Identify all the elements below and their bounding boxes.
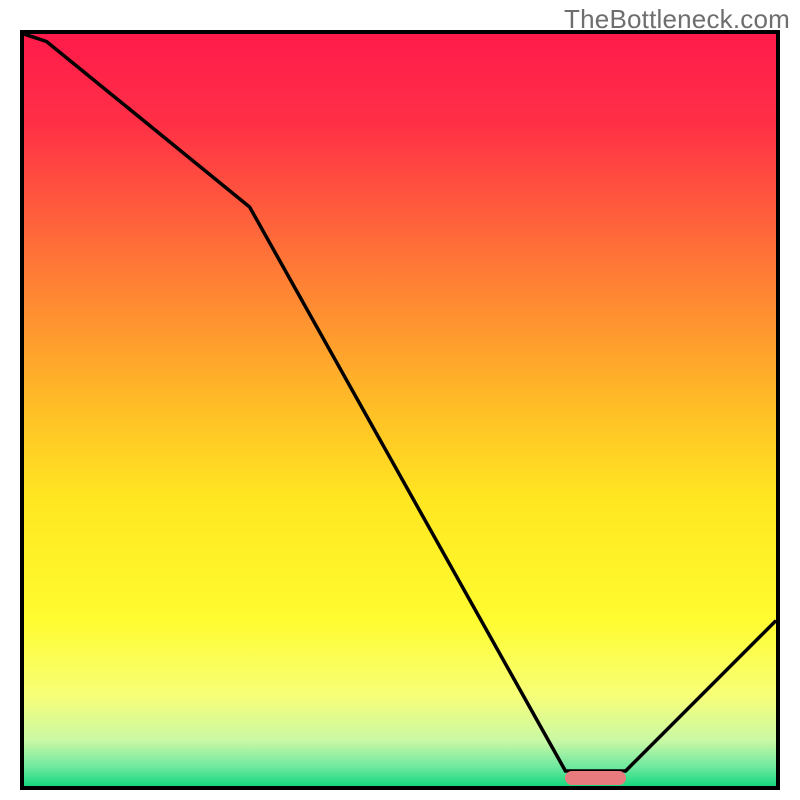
plot-area: [20, 30, 780, 790]
bottleneck-curve: [24, 34, 776, 786]
optimal-range-marker: [565, 771, 625, 785]
chart-container: TheBottleneck.com: [0, 0, 800, 800]
